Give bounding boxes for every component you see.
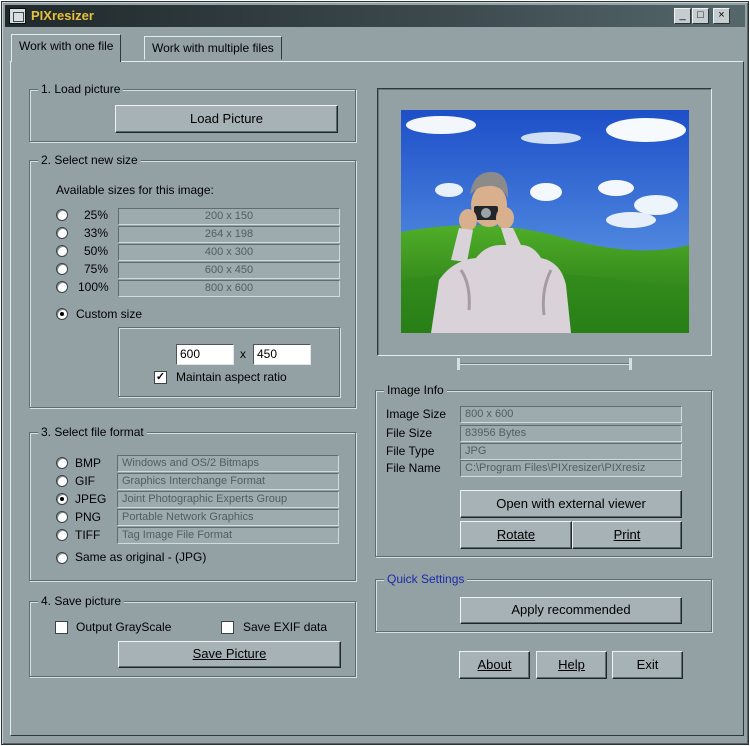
preview-scrollbar[interactable]: [457, 358, 632, 370]
info-value-file-type: JPG: [460, 443, 682, 460]
custom-height-input[interactable]: 450: [253, 344, 311, 365]
format-desc-jpeg: Joint Photographic Experts Group: [117, 491, 339, 508]
rotate-button-label: Rotate: [496, 527, 536, 542]
file-format-legend: 3. Select file format: [38, 425, 147, 439]
size-radio-75[interactable]: [56, 263, 68, 275]
save-picture-button-label: Save Picture: [192, 646, 267, 661]
maintain-aspect-checkbox[interactable]: ✓: [154, 371, 167, 384]
save-picture-button[interactable]: Save Picture: [118, 641, 341, 668]
save-picture-group: 4. Save picture Output GrayScale Save EX…: [29, 594, 356, 677]
window-title: PIXresizer: [31, 8, 94, 23]
info-value-image-size: 800 x 600: [460, 406, 682, 423]
size-radio-50[interactable]: [56, 245, 68, 257]
size-pct-25: 25%: [84, 208, 109, 222]
format-name-png: PNG: [75, 510, 102, 524]
tab-one-file[interactable]: Work with one file: [11, 34, 122, 62]
format-same-label: Same as original - (JPG): [75, 550, 207, 564]
help-button-label: Help: [558, 657, 585, 672]
close-button[interactable]: ×: [713, 8, 730, 24]
format-name-gif: GIF: [75, 474, 95, 488]
grayscale-label: Output GrayScale: [76, 620, 172, 634]
info-value-file-name: C:\Program Files\PIXresizer\PIXresiz: [460, 460, 682, 477]
format-name-jpeg: JPEG: [75, 492, 107, 506]
custom-size-x: x: [240, 347, 246, 361]
tab-multiple-files-label: Work with multiple files: [152, 41, 274, 55]
format-name-bmp: BMP: [75, 456, 102, 470]
size-pct-50: 50%: [84, 244, 109, 258]
preview-frame: [377, 88, 712, 356]
size-pct-33: 33%: [84, 226, 109, 240]
custom-size-box: 600 x 450 ✓ Maintain aspect ratio: [118, 327, 340, 397]
apply-recommended-label: Apply recommended: [511, 602, 631, 617]
info-label-file-type: File Type: [386, 444, 435, 458]
custom-size-radio[interactable]: [56, 308, 68, 320]
size-dims-25: 200 x 150: [118, 208, 340, 225]
save-exif-label: Save EXIF data: [243, 620, 328, 634]
rotate-button[interactable]: Rotate: [460, 521, 572, 549]
info-label-file-size: File Size: [386, 426, 433, 440]
format-radio-jpeg[interactable]: [56, 493, 68, 505]
file-format-group: 3. Select file format BMP Windows and OS…: [29, 425, 356, 581]
custom-width-input[interactable]: 600: [176, 344, 234, 365]
about-button-label: About: [477, 657, 512, 672]
format-desc-png: Portable Network Graphics: [117, 509, 339, 526]
format-radio-png[interactable]: [56, 511, 68, 523]
load-picture-button-label: Load Picture: [190, 111, 263, 126]
apply-recommended-button[interactable]: Apply recommended: [460, 597, 682, 624]
size-radio-33[interactable]: [56, 227, 68, 239]
size-pct-100: 100%: [78, 280, 109, 294]
available-sizes-caption: Available sizes for this image:: [56, 183, 214, 197]
info-label-image-size: Image Size: [386, 407, 447, 421]
size-radio-25[interactable]: [56, 209, 68, 221]
app-window: PIXresizer _ □ × Work with one file Work…: [1, 1, 749, 745]
format-desc-tiff: Tag Image File Format: [117, 527, 339, 544]
size-dims-33: 264 x 198: [118, 226, 340, 243]
tab-multiple-files[interactable]: Work with multiple files: [144, 36, 282, 60]
print-button[interactable]: Print: [572, 521, 682, 549]
size-dims-50: 400 x 300: [118, 244, 340, 261]
format-desc-gif: Graphics Interchange Format: [117, 473, 339, 490]
maintain-aspect-label: Maintain aspect ratio: [176, 370, 287, 384]
load-picture-button[interactable]: Load Picture: [115, 105, 338, 133]
size-dims-100: 800 x 600: [118, 280, 340, 297]
open-external-viewer-label: Open with external viewer: [496, 496, 646, 511]
format-radio-tiff[interactable]: [56, 529, 68, 541]
load-picture-group: 1. Load picture Load Picture: [29, 82, 356, 142]
grayscale-checkbox[interactable]: [55, 621, 68, 634]
format-radio-same[interactable]: [56, 552, 68, 564]
quick-settings-legend: Quick Settings: [384, 572, 468, 586]
open-external-viewer-button[interactable]: Open with external viewer: [460, 490, 682, 518]
print-button-label: Print: [613, 527, 641, 542]
size-radio-100[interactable]: [56, 281, 68, 293]
format-desc-bmp: Windows and OS/2 Bitmaps: [117, 455, 339, 472]
size-pct-75: 75%: [84, 262, 109, 276]
maximize-button[interactable]: □: [692, 8, 709, 24]
about-button[interactable]: About: [459, 651, 530, 679]
info-value-file-size: 83956 Bytes: [460, 425, 682, 442]
select-size-legend: 2. Select new size: [38, 153, 141, 167]
save-picture-legend: 4. Save picture: [38, 594, 125, 608]
minimize-button[interactable]: _: [674, 8, 691, 24]
image-info-group: Image Info Image Size 800 x 600 File Siz…: [375, 383, 712, 557]
help-button[interactable]: Help: [536, 651, 607, 679]
format-name-tiff: TIFF: [75, 528, 101, 542]
format-radio-bmp[interactable]: [56, 457, 68, 469]
load-picture-legend: 1. Load picture: [38, 82, 124, 96]
custom-size-label: Custom size: [76, 307, 143, 321]
format-radio-gif[interactable]: [56, 475, 68, 487]
size-dims-75: 600 x 450: [118, 262, 340, 279]
quick-settings-group: Quick Settings Apply recommended: [375, 572, 712, 632]
exit-button-label: Exit: [636, 657, 659, 672]
save-exif-checkbox[interactable]: [221, 621, 234, 634]
info-label-file-name: File Name: [386, 461, 441, 475]
app-icon[interactable]: [9, 8, 26, 24]
select-size-group: 2. Select new size Available sizes for t…: [29, 153, 356, 408]
tab-one-file-label: Work with one file: [19, 39, 114, 53]
image-info-legend: Image Info: [384, 383, 447, 397]
title-bar[interactable]: PIXresizer _ □ ×: [5, 5, 745, 27]
exit-button[interactable]: Exit: [612, 651, 683, 679]
preview-image: [401, 110, 689, 333]
